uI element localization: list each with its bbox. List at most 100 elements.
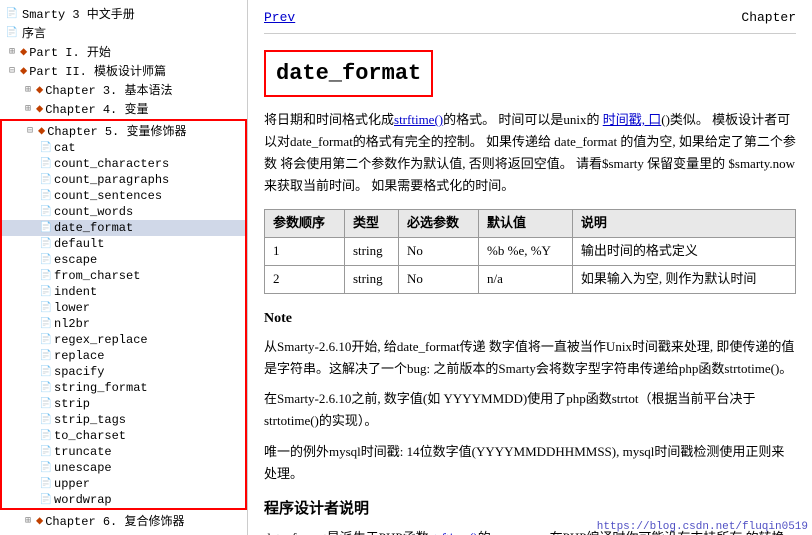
sidebar-item-part2[interactable]: ⊟ ◆ Part II. 模板设计师篇 bbox=[0, 61, 247, 80]
folder-icon: ◆ bbox=[20, 44, 27, 59]
sidebar-item-count-characters[interactable]: 📄 count_characters bbox=[2, 156, 245, 172]
cell-desc: 如果输入为空, 则作为默认时间 bbox=[572, 265, 795, 293]
cell-desc: 输出时间的格式定义 bbox=[572, 238, 795, 266]
desc-text-mid: 的格式。 时间可以是unix的 bbox=[443, 112, 603, 127]
sidebar-item-chapter5[interactable]: ⊟ ◆ Chapter 5. 变量修饰器 bbox=[2, 121, 245, 140]
sidebar-item-indent[interactable]: 📄 indent bbox=[2, 284, 245, 300]
sidebar-item-chapter6[interactable]: ⊞ ◆ Chapter 6. 复合修饰器 bbox=[0, 511, 247, 530]
sidebar-item-label: regex_replace bbox=[54, 333, 148, 347]
note-para-3: 唯一的例外mysql时间戳: 14位数字值(YYYYMMDDHHMMSS), m… bbox=[264, 441, 796, 485]
expand-icon: ⊞ bbox=[20, 515, 36, 527]
sidebar-item-label: Part II. 模板设计师篇 bbox=[29, 62, 166, 79]
chapter-label: Chapter bbox=[741, 8, 796, 29]
sidebar-item-replace[interactable]: 📄 replace bbox=[2, 348, 245, 364]
sidebar-item-label: default bbox=[54, 237, 104, 251]
sidebar-item-upper[interactable]: 📄 upper bbox=[2, 476, 245, 492]
sidebar-item-count-paragraphs[interactable]: 📄 count_paragraphs bbox=[2, 172, 245, 188]
sidebar-item-label: indent bbox=[54, 285, 97, 299]
sidebar-item-spacify[interactable]: 📄 spacify bbox=[2, 364, 245, 380]
section-text1: date_format是派生于PHP函数 bbox=[264, 530, 429, 535]
note-section: Note 从Smarty-2.6.10开始, 给date_format传递 数字… bbox=[264, 308, 796, 485]
func-name: date_format bbox=[264, 50, 433, 97]
sidebar-item-label: lower bbox=[54, 301, 90, 315]
section-link[interactable]: strftime() bbox=[429, 530, 478, 535]
sidebar-item-manual[interactable]: 📄 Smarty 3 中文手册 bbox=[0, 4, 247, 23]
sidebar-item-truncate[interactable]: 📄 truncate bbox=[2, 444, 245, 460]
doc-icon: 📄 bbox=[38, 158, 54, 170]
sidebar-item-label: cat bbox=[54, 141, 76, 155]
sidebar-item-to-charset[interactable]: 📄 to_charset bbox=[2, 428, 245, 444]
sidebar-item-chapter3[interactable]: ⊞ ◆ Chapter 3. 基本语法 bbox=[0, 80, 247, 99]
doc-icon: 📄 bbox=[38, 142, 54, 154]
sidebar-item-label: Chapter 6. 复合修饰器 bbox=[45, 512, 184, 529]
doc-icon: 📄 bbox=[38, 414, 54, 426]
cell-default: n/a bbox=[479, 265, 573, 293]
doc-icon: 📄 bbox=[38, 398, 54, 410]
sidebar-item-nl2br[interactable]: 📄 nl2br bbox=[2, 316, 245, 332]
sidebar-item-label: Chapter 4. 变量 bbox=[45, 100, 148, 117]
doc-icon: 📄 bbox=[38, 206, 54, 218]
sidebar-item-label: strip_tags bbox=[54, 413, 126, 427]
sidebar-item-wordwrap[interactable]: 📄 wordwrap bbox=[2, 492, 245, 508]
doc-icon: 📄 bbox=[38, 446, 54, 458]
note-para-2: 在Smarty-2.6.10之前, 数字值(如 YYYYMMDD)使用了php函… bbox=[264, 388, 796, 432]
col-default: 默认值 bbox=[479, 210, 573, 238]
sidebar-item-default[interactable]: 📄 default bbox=[2, 236, 245, 252]
prev-link[interactable]: Prev bbox=[264, 8, 295, 29]
sidebar-item-strip[interactable]: 📄 strip bbox=[2, 396, 245, 412]
sidebar-item-label: Chapter 3. 基本语法 bbox=[45, 81, 172, 98]
sidebar-item-label: Chapter 5. 变量修饰器 bbox=[47, 122, 186, 139]
doc-icon: 📄 bbox=[38, 270, 54, 282]
col-desc: 说明 bbox=[572, 210, 795, 238]
doc-icon: 📄 bbox=[38, 238, 54, 250]
doc-icon: 📄 bbox=[38, 462, 54, 474]
sidebar-item-chapter4[interactable]: ⊞ ◆ Chapter 4. 变量 bbox=[0, 99, 247, 118]
sidebar-item-count-words[interactable]: 📄 count_words bbox=[2, 204, 245, 220]
sidebar-item-label: upper bbox=[54, 477, 90, 491]
sidebar-item-label: strip bbox=[54, 397, 90, 411]
function-title: date_format bbox=[264, 42, 796, 109]
strftime-link[interactable]: strftime() bbox=[394, 112, 443, 127]
sidebar-item-unescape[interactable]: 📄 unescape bbox=[2, 460, 245, 476]
sidebar-item-label: to_charset bbox=[54, 429, 126, 443]
timestamp-link[interactable]: 时间戳, 口 bbox=[603, 112, 662, 127]
doc-icon: 📄 bbox=[38, 350, 54, 362]
folder-icon: ◆ bbox=[36, 101, 43, 116]
params-table: 参数顺序 类型 必选参数 默认值 说明 1 string No %b %e, %… bbox=[264, 209, 796, 293]
note-para-1: 从Smarty-2.6.10开始, 给date_format传递 数字值将一直被… bbox=[264, 336, 796, 380]
expand-icon: ⊟ bbox=[22, 125, 38, 137]
expand-icon: ⊞ bbox=[20, 103, 36, 115]
sidebar-item-count-sentences[interactable]: 📄 count_sentences bbox=[2, 188, 245, 204]
sidebar-item-label: spacify bbox=[54, 365, 104, 379]
doc-icon: 📄 bbox=[38, 174, 54, 186]
table-row: 1 string No %b %e, %Y 输出时间的格式定义 bbox=[265, 238, 796, 266]
doc-icon: 📄 bbox=[38, 254, 54, 266]
doc-icon: 📄 bbox=[38, 494, 54, 506]
sidebar-item-label: count_characters bbox=[54, 157, 169, 171]
sidebar-item-cat[interactable]: 📄 cat bbox=[2, 140, 245, 156]
folder-icon: ◆ bbox=[36, 82, 43, 97]
sidebar-item-from-charset[interactable]: 📄 from_charset bbox=[2, 268, 245, 284]
content-header: Prev Chapter bbox=[264, 8, 796, 34]
cell-order: 2 bbox=[265, 265, 345, 293]
expand-icon: ⊞ bbox=[4, 46, 20, 58]
sidebar-item-escape[interactable]: 📄 escape bbox=[2, 252, 245, 268]
folder-icon: ◆ bbox=[20, 63, 27, 78]
sidebar-item-label: truncate bbox=[54, 445, 112, 459]
sidebar-item-preface[interactable]: 📄 序言 bbox=[0, 23, 247, 42]
sidebar-item-strip-tags[interactable]: 📄 strip_tags bbox=[2, 412, 245, 428]
sidebar-item-lower[interactable]: 📄 lower bbox=[2, 300, 245, 316]
sidebar-item-part1[interactable]: ⊞ ◆ Part I. 开始 bbox=[0, 42, 247, 61]
doc-icon: 📄 bbox=[38, 302, 54, 314]
sidebar-item-label: 序言 bbox=[22, 24, 46, 41]
doc-icon: 📄 bbox=[4, 8, 20, 20]
sidebar-item-string-format[interactable]: 📄 string_format bbox=[2, 380, 245, 396]
sidebar: 📄 Smarty 3 中文手册 📄 序言 ⊞ ◆ Part I. 开始 ⊟ ◆ … bbox=[0, 0, 248, 535]
doc-icon: 📄 bbox=[38, 286, 54, 298]
sidebar-item-label: string_format bbox=[54, 381, 148, 395]
col-order: 参数顺序 bbox=[265, 210, 345, 238]
doc-icon: 📄 bbox=[38, 430, 54, 442]
desc-text1: 将日期和时间格式化成 bbox=[264, 112, 394, 127]
sidebar-item-date-format[interactable]: 📄 date_format bbox=[2, 220, 245, 236]
sidebar-item-regex-replace[interactable]: 📄 regex_replace bbox=[2, 332, 245, 348]
